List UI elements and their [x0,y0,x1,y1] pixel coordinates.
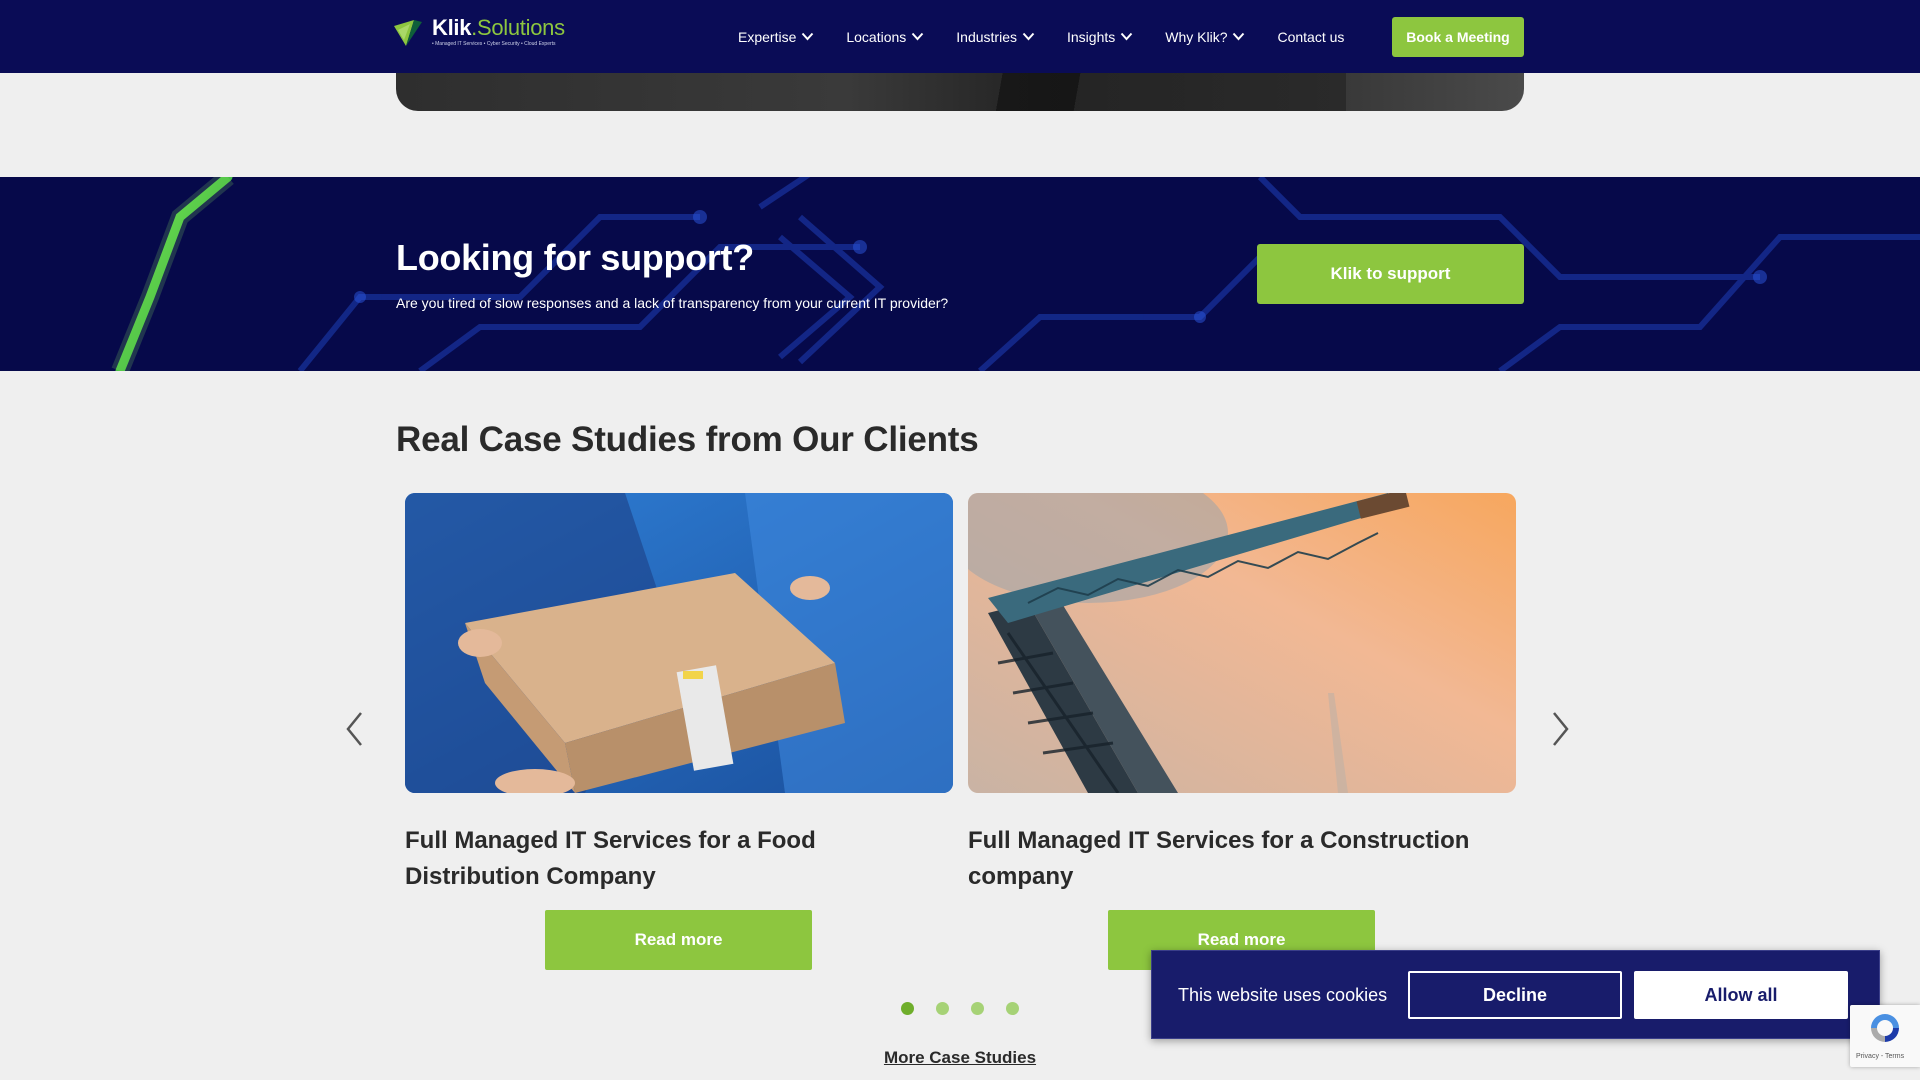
top-nav: Klik.Solutions • Managed IT Services • C… [0,0,1920,73]
carousel-dot-1[interactable] [901,1002,914,1015]
logo-tagline: • Managed IT Services • Cyber Security •… [432,41,556,47]
support-subtitle: Are you tired of slow responses and a la… [396,295,949,311]
carousel-dot-3[interactable] [971,1002,984,1015]
circuit-background [111,177,1920,371]
chevron-down-icon [1121,32,1133,41]
klik-logo-icon [394,20,422,46]
nav-item-insights[interactable]: Insights [1067,29,1133,45]
logo-brand-suffix: .Solutions [471,15,565,40]
klik-to-support-button[interactable]: Klik to support [1257,244,1524,304]
nav-item-label: Locations [846,28,907,45]
book-meeting-button[interactable]: Book a Meeting [1392,17,1524,57]
nav-item-expertise[interactable]: Expertise [738,29,814,45]
nav-item-label: Expertise [738,28,797,45]
construction-crane-illustration [968,493,1516,793]
carousel-dot-4[interactable] [1006,1002,1019,1015]
more-case-studies-row: More Case Studies [0,1048,1920,1068]
nav-item-industries[interactable]: Industries [956,29,1035,45]
chevron-down-icon [802,32,814,41]
main-menu: Expertise Locations Industries Insights … [738,0,1344,73]
carousel-prev-arrow-icon[interactable] [344,710,366,748]
case-study-card: Full Managed IT Services for a Construct… [968,493,1516,970]
case-study-image-crane[interactable] [968,493,1516,793]
allow-all-cookies-button[interactable]: Allow all [1634,971,1848,1019]
case-study-image-delivery-box[interactable] [405,493,953,793]
chevron-down-icon [1022,32,1035,41]
nav-item-label: Contact us [1277,28,1345,45]
recaptcha-legal[interactable]: Privacy - Terms [1856,1053,1904,1060]
chevron-down-icon [912,32,924,41]
cookie-consent-bar: This website uses cookies Decline Allow … [1151,950,1880,1039]
decline-cookies-button[interactable]: Decline [1408,971,1622,1019]
cookie-message: This website uses cookies [1178,985,1388,1005]
carousel-dot-2[interactable] [936,1002,949,1015]
more-case-studies-link[interactable]: More Case Studies [884,1048,1036,1067]
delivery-box-illustration [405,493,953,793]
support-banner: Looking for support? Are you tired of sl… [0,177,1920,371]
nav-item-locations[interactable]: Locations [846,29,924,45]
read-more-button[interactable]: Read more [545,910,812,970]
carousel-next-arrow-icon[interactable] [1549,710,1571,748]
klik-logo[interactable]: Klik.Solutions • Managed IT Services • C… [392,16,565,52]
case-study-title: Full Managed IT Services for a Construct… [968,827,1470,890]
carousel-pagination [901,1002,1041,1015]
nav-item-contact-us[interactable]: Contact us [1277,29,1344,45]
case-study-card: Full Managed IT Services for a Food Dist… [405,493,953,970]
recaptcha-icon [1871,1014,1899,1042]
nav-item-label: Insights [1067,28,1116,45]
support-title: Looking for support? [396,237,754,278]
case-studies-heading: Real Case Studies from Our Clients [396,420,979,459]
logo-brand: Klik [432,15,472,40]
case-study-title: Full Managed IT Services for a Food Dist… [405,827,816,890]
nav-item-label: Why Klik? [1165,28,1228,45]
chevron-down-icon [1233,32,1245,41]
recaptcha-badge[interactable]: Privacy - Terms [1850,1005,1920,1067]
nav-item-why-klik[interactable]: Why Klik? [1165,29,1245,45]
nav-item-label: Industries [956,28,1017,45]
